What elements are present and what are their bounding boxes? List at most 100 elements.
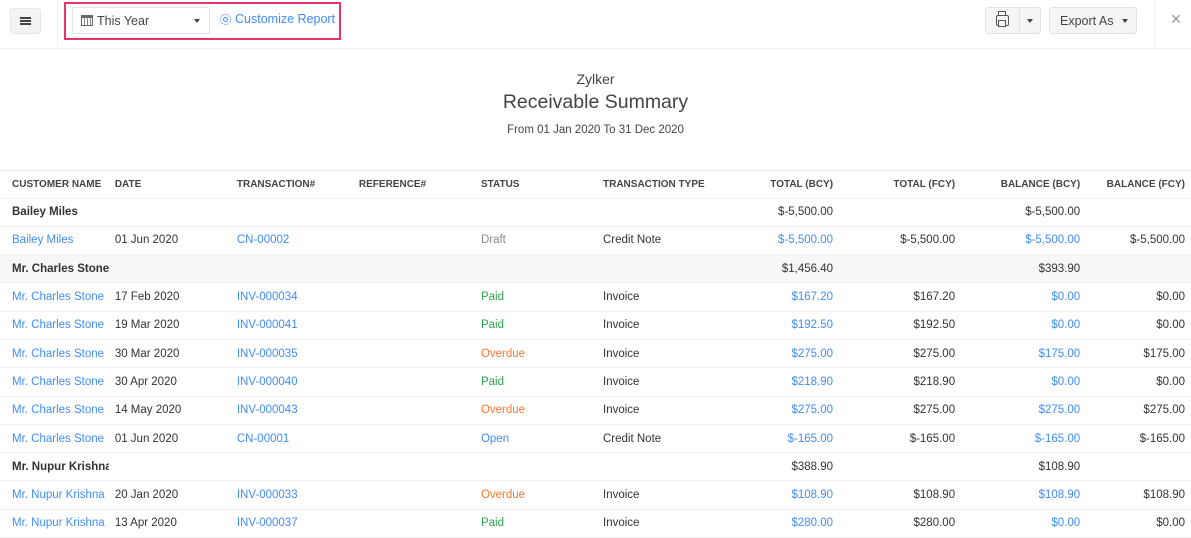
transaction-link[interactable]: INV-000033 [230, 480, 353, 510]
customer-name-link[interactable]: Mr. Charles Stone [0, 367, 109, 397]
transaction-link[interactable]: INV-000040 [230, 367, 353, 397]
total-bcy-link[interactable]: $218.90 [719, 367, 840, 397]
empty-cell [474, 198, 597, 227]
column-header-balance-bcy[interactable]: BALANCE (BCY) [961, 171, 1087, 199]
group-customer-name: Bailey Miles [0, 198, 109, 227]
total-bcy-link[interactable]: $167.20 [719, 282, 840, 312]
transaction-type-cell: Invoice [597, 282, 720, 312]
transaction-type-cell: Credit Note [597, 424, 720, 454]
column-header-total-bcy[interactable]: TOTAL (BCY) [719, 171, 840, 199]
transaction-link[interactable]: INV-000037 [230, 509, 353, 538]
reference-cell [352, 311, 475, 340]
balance-bcy-link[interactable]: $108.90 [961, 480, 1087, 510]
menu-button[interactable] [10, 8, 41, 34]
empty-cell [474, 254, 597, 284]
total-bcy-link[interactable]: $192.50 [719, 311, 840, 340]
transaction-link[interactable]: INV-000043 [230, 396, 353, 425]
close-icon[interactable]: × [1166, 9, 1186, 29]
column-header-status[interactable]: STATUS [474, 171, 597, 199]
empty-cell [352, 198, 475, 227]
customer-name-link[interactable]: Mr. Charles Stone [0, 282, 109, 312]
customer-name-link[interactable]: Mr. Charles Stone [0, 339, 109, 369]
total-bcy-link[interactable]: $-165.00 [719, 424, 840, 454]
balance-bcy-link[interactable]: $0.00 [961, 367, 1087, 397]
group-row: Mr. Nupur Krishna $388.90 $108.90 [0, 452, 1191, 482]
column-header-transaction-type[interactable]: TRANSACTION TYPE [597, 171, 720, 199]
column-header-total-fcy[interactable]: TOTAL (FCY) [839, 171, 962, 199]
empty-cell [108, 452, 231, 482]
balance-fcy-cell: $0.00 [1086, 311, 1191, 340]
total-fcy-cell: $-165.00 [839, 424, 962, 454]
balance-bcy-link[interactable]: $275.00 [961, 396, 1087, 425]
table-row: Bailey Miles 01 Jun 2020 CN-00002 Draft Cred… [0, 226, 1191, 256]
balance-bcy-link[interactable]: $175.00 [961, 339, 1087, 369]
chevron-down-icon [1027, 18, 1033, 23]
total-bcy-link[interactable]: $-5,500.00 [719, 226, 840, 256]
customer-name-link[interactable]: Mr. Charles Stone [0, 311, 109, 340]
column-header-date[interactable]: DATE [108, 171, 231, 199]
table-row: Mr. Charles Stone 17 Feb 2020 INV-000034 Pa… [0, 282, 1191, 312]
organization-name: Zylker [576, 71, 615, 87]
balance-bcy-link[interactable]: $0.00 [961, 282, 1087, 312]
transaction-link[interactable]: INV-000041 [230, 311, 353, 340]
group-balance-bcy: $-5,500.00 [961, 198, 1087, 227]
balance-bcy-link[interactable]: $-5,500.00 [961, 226, 1087, 256]
column-header-reference[interactable]: REFERENCE# [352, 171, 475, 199]
balance-bcy-link[interactable]: $-165.00 [961, 424, 1087, 454]
empty-cell [108, 198, 231, 227]
transaction-type-cell: Invoice [597, 367, 720, 397]
customer-name-link[interactable]: Mr. Nupur Krishna [0, 509, 109, 538]
status-badge: Open [474, 424, 597, 454]
table-row: Mr. Charles Stone 01 Jun 2020 CN-00001 Open… [0, 424, 1191, 454]
date-cell: 14 May 2020 [108, 396, 231, 425]
export-as-button[interactable]: Export As [1049, 7, 1137, 34]
balance-bcy-link[interactable]: $0.00 [961, 311, 1087, 340]
column-header-customer-name[interactable]: CUSTOMER NAME [0, 171, 109, 199]
total-fcy-cell: $192.50 [839, 311, 962, 340]
empty-cell [1086, 254, 1191, 284]
transaction-link[interactable]: CN-00001 [230, 424, 353, 454]
total-bcy-link[interactable]: $108.90 [719, 480, 840, 510]
total-bcy-link[interactable]: $275.00 [719, 339, 840, 369]
table-row: Mr. Nupur Krishna 20 Jan 2020 INV-000033 Ov… [0, 480, 1191, 510]
balance-fcy-cell: $-5,500.00 [1086, 226, 1191, 256]
receivable-summary-table: CUSTOMER NAME DATE TRANSACTION# REFERENC… [0, 171, 1191, 538]
total-fcy-cell: $108.90 [839, 480, 962, 510]
total-bcy-link[interactable]: $275.00 [719, 396, 840, 425]
print-options-dropdown[interactable] [1020, 8, 1040, 33]
empty-cell [597, 254, 720, 284]
empty-cell [230, 254, 353, 284]
total-fcy-cell: $275.00 [839, 396, 962, 425]
transaction-type-cell: Invoice [597, 311, 720, 340]
status-badge: Paid [474, 282, 597, 312]
column-header-transaction[interactable]: TRANSACTION# [230, 171, 353, 199]
empty-cell [1086, 198, 1191, 227]
customer-name-link[interactable]: Mr. Charles Stone [0, 396, 109, 425]
total-bcy-link[interactable]: $280.00 [719, 509, 840, 538]
printer-icon [996, 11, 1009, 27]
date-cell: 19 Mar 2020 [108, 311, 231, 340]
group-balance-bcy: $393.90 [961, 254, 1087, 284]
date-cell: 13 Apr 2020 [108, 509, 231, 538]
group-total-bcy: $-5,500.00 [719, 198, 840, 227]
transaction-link[interactable]: INV-000034 [230, 282, 353, 312]
print-button[interactable] [986, 8, 1020, 33]
period-dropdown[interactable]: This Year [72, 7, 210, 34]
transaction-link[interactable]: INV-000035 [230, 339, 353, 369]
table-row: Mr. Charles Stone 30 Apr 2020 INV-000040 Pa… [0, 367, 1191, 397]
reference-cell [352, 339, 475, 369]
reference-cell [352, 480, 475, 510]
status-badge: Overdue [474, 339, 597, 369]
balance-bcy-link[interactable]: $0.00 [961, 509, 1087, 538]
customer-name-link[interactable]: Mr. Charles Stone [0, 424, 109, 454]
customize-report-link[interactable]: Customize Report [220, 12, 335, 26]
group-row: Mr. Charles Stone $1,456.40 $393.90 [0, 254, 1191, 284]
table-row: Mr. Charles Stone 14 May 2020 INV-000043 Ov… [0, 396, 1191, 425]
column-header-balance-fcy[interactable]: BALANCE (FCY) [1086, 171, 1191, 199]
table-row: Mr. Charles Stone 19 Mar 2020 INV-000041 Pa… [0, 311, 1191, 340]
customer-name-link[interactable]: Bailey Miles [0, 226, 109, 256]
reference-cell [352, 424, 475, 454]
customer-name-link[interactable]: Mr. Nupur Krishna [0, 480, 109, 510]
transaction-link[interactable]: CN-00002 [230, 226, 353, 256]
transaction-type-cell: Invoice [597, 480, 720, 510]
